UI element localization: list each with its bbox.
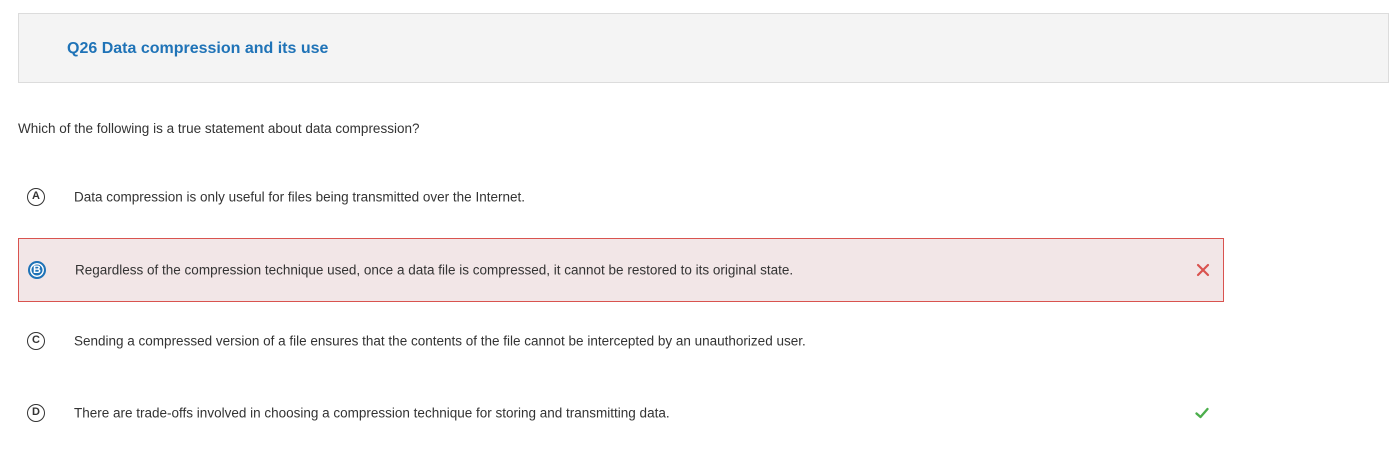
question-header: Q26 Data compression and its use xyxy=(18,13,1389,83)
option-letter-b[interactable]: B xyxy=(28,261,46,279)
checkmark-icon xyxy=(1195,407,1209,419)
option-letter-d[interactable]: D xyxy=(27,404,45,422)
answer-option-d[interactable]: D There are trade-offs involved in choos… xyxy=(18,381,1224,445)
question-title: Q26 Data compression and its use xyxy=(67,40,329,57)
answer-option-c[interactable]: C Sending a compressed version of a file… xyxy=(18,309,1224,373)
answer-option-a[interactable]: A Data compression is only useful for fi… xyxy=(18,165,1224,229)
close-icon xyxy=(1196,263,1210,277)
question-page: Q26 Data compression and its use Which o… xyxy=(0,0,1390,454)
option-text-b: Regardless of the compression technique … xyxy=(75,262,794,278)
question-prompt: Which of the following is a true stateme… xyxy=(18,121,420,136)
option-text-c: Sending a compressed version of a file e… xyxy=(74,333,806,349)
answer-option-b[interactable]: B Regardless of the compression techniqu… xyxy=(18,238,1224,302)
option-letter-a[interactable]: A xyxy=(27,188,45,206)
option-text-d: There are trade-offs involved in choosin… xyxy=(74,405,670,421)
option-text-a: Data compression is only useful for file… xyxy=(74,189,525,205)
option-letter-c[interactable]: C xyxy=(27,332,45,350)
